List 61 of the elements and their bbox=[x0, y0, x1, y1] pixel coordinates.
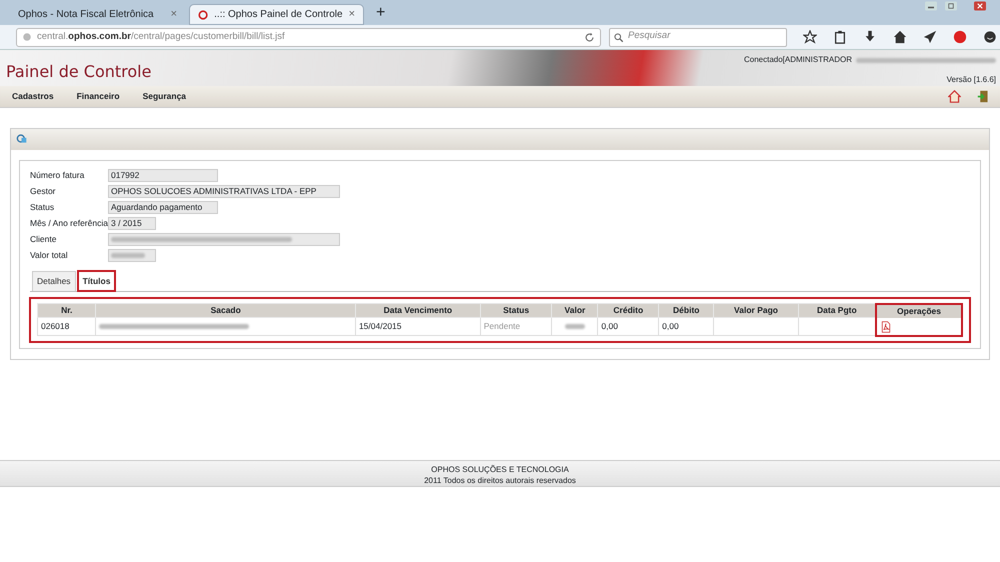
column-header: Débito bbox=[658, 304, 714, 318]
column-header: Operações bbox=[876, 304, 962, 318]
tab-close-button[interactable]: × bbox=[170, 6, 177, 23]
column-header: Data Pgto bbox=[798, 304, 876, 318]
browser-tab[interactable]: Ophos - Nota Fiscal Eletrônica × bbox=[10, 4, 185, 25]
footer-text: 2011 Todos os direitos autorais reservados bbox=[423, 475, 577, 486]
column-header: Valor Pago bbox=[714, 304, 798, 318]
input-field: Aguardando pagamento bbox=[108, 200, 218, 214]
url-text: central.ophos.com.br/central/pages/customerbill/bill/list.jsf bbox=[37, 30, 286, 44]
field-label: Cliente bbox=[30, 232, 58, 246]
field-label: Número fatura bbox=[30, 168, 86, 182]
new-tab-button[interactable]: + bbox=[368, 1, 394, 25]
menu-item[interactable]: Segurança bbox=[140, 90, 196, 103]
column-header: Data Vencimento bbox=[355, 304, 480, 318]
redacted-text bbox=[564, 324, 585, 330]
table-cell: 0,00 bbox=[658, 318, 714, 336]
table-cell: 0,00 bbox=[598, 318, 659, 336]
home-icon[interactable] bbox=[893, 30, 907, 44]
menu-item[interactable]: Financeiro bbox=[74, 90, 129, 103]
column-header: Crédito bbox=[598, 304, 659, 318]
download-icon[interactable] bbox=[863, 30, 877, 44]
addon-badge-icon[interactable] bbox=[953, 30, 967, 44]
column-header: Sacado bbox=[96, 304, 356, 318]
site-logo: Painel de Controle bbox=[6, 61, 152, 83]
field-label: Gestor bbox=[30, 184, 57, 198]
tab-close-button[interactable]: × bbox=[348, 6, 355, 23]
search-icon bbox=[614, 32, 624, 42]
table-cell: 026018 bbox=[38, 318, 96, 336]
column-header: Valor bbox=[552, 304, 598, 318]
star-icon[interactable] bbox=[803, 30, 817, 44]
input-field: OPHOS SOLUCOES ADMINISTRATIVAS LTDA - EPP bbox=[108, 184, 340, 198]
reload-icon[interactable] bbox=[584, 32, 595, 42]
input-field: 3 / 2015 bbox=[108, 216, 156, 230]
tab-title: Ophos - Nota Fiscal Eletrônica bbox=[18, 8, 154, 22]
browser-logo-icon bbox=[198, 8, 208, 20]
globe-icon bbox=[22, 32, 32, 42]
column-header: Status bbox=[480, 304, 552, 318]
input-field: 017992 bbox=[108, 168, 218, 182]
tab[interactable]: Detalhes bbox=[32, 271, 76, 291]
status-cell: Pendente bbox=[480, 318, 552, 336]
chat-icon[interactable] bbox=[983, 30, 997, 44]
clipboard-icon[interactable] bbox=[833, 30, 847, 44]
tab-title: ..:: Ophos Painel de Controle bbox=[214, 8, 343, 22]
tab[interactable]: Títulos bbox=[78, 271, 116, 291]
address-bar[interactable]: central.ophos.com.br/central/pages/customerbill/bill/list.jsf bbox=[16, 28, 601, 46]
browser-tab[interactable]: ..:: Ophos Painel de Controle × bbox=[189, 4, 364, 25]
field-label: Status bbox=[30, 200, 56, 214]
version-text: Versão [1.6.6] bbox=[946, 74, 996, 86]
exit-door-icon[interactable] bbox=[977, 90, 990, 103]
field-label: Valor total bbox=[30, 248, 69, 262]
send-icon[interactable] bbox=[923, 30, 937, 44]
connected-user: Conectado[ADMINISTRADOR bbox=[744, 54, 852, 66]
column-header: Nr. bbox=[38, 304, 96, 318]
refresh-icon[interactable] bbox=[16, 133, 27, 144]
search-field[interactable]: Pesquisar bbox=[609, 28, 787, 46]
menu-item[interactable]: Cadastros bbox=[10, 90, 63, 103]
maximize-icon[interactable] bbox=[942, 0, 960, 12]
pdf-icon[interactable] bbox=[880, 320, 892, 333]
footer-text: OPHOS SOLUÇÕES E TECNOLOGIA bbox=[430, 464, 570, 475]
table-cell: 15/04/2015 bbox=[355, 318, 480, 336]
search-placeholder: Pesquisar bbox=[628, 30, 670, 40]
